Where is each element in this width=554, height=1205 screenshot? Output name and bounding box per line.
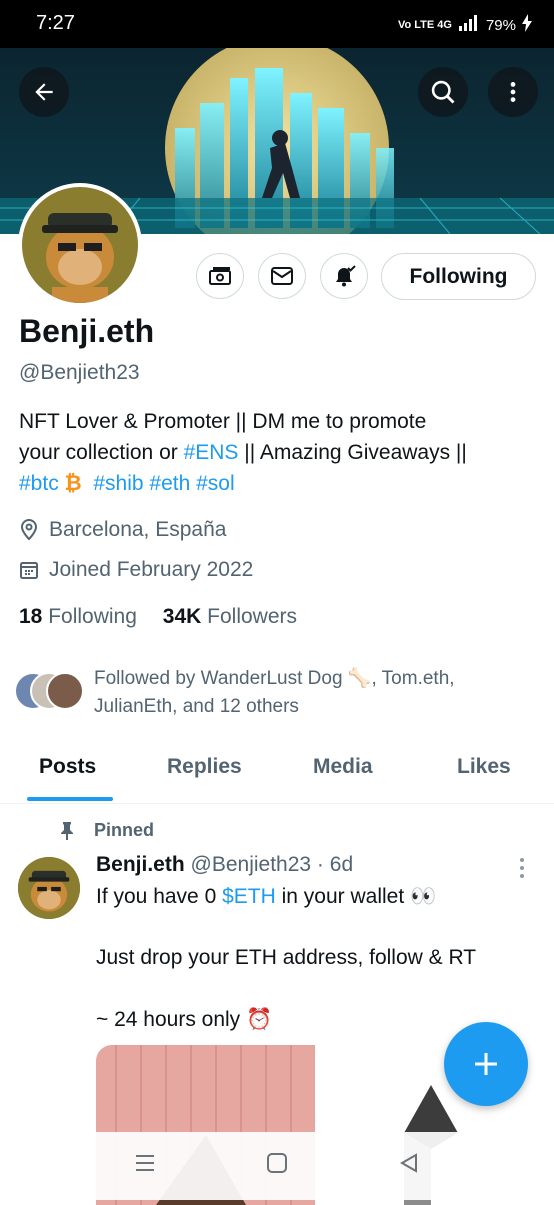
followers-count-label: Followers (207, 605, 297, 628)
profile-handle: @Benjieth23 (19, 361, 140, 384)
notifications-button[interactable] (320, 253, 368, 299)
followers-count-link[interactable]: 34K Followers (163, 605, 297, 628)
post-text-line-3: ~ 24 hours only ⏰ (96, 1008, 273, 1031)
ens-hashtag-link[interactable]: #ENS (184, 441, 239, 464)
post-text: in your wallet 👀 (275, 885, 437, 908)
post-handle-time: @Benjieth23 · 6d (190, 853, 354, 876)
bio-line-3: #btc ₿ #shib #eth #sol (19, 468, 539, 499)
status-time: 7:27 (36, 12, 75, 34)
back-nav-button[interactable] (398, 1152, 420, 1179)
eth-hashtag-link[interactable]: #eth (149, 472, 190, 495)
search-icon (431, 80, 455, 104)
follow-counts: 18 Following 34K Followers (19, 605, 297, 629)
search-button[interactable] (418, 67, 468, 117)
bio-text: || Amazing Giveaways || (238, 441, 467, 464)
money-icon (209, 267, 231, 285)
message-button[interactable] (258, 253, 306, 299)
location-pin-icon (20, 519, 38, 541)
eth-cashtag-link[interactable]: $ETH (222, 885, 276, 908)
bell-check-icon (336, 265, 356, 287)
status-bar: 7:27 Vo LTE 4G 79% (0, 0, 554, 48)
pin-icon (61, 821, 73, 840)
more-vertical-icon (520, 858, 524, 878)
post-text-line-2: Just drop your ETH address, follow & RT (96, 946, 477, 969)
followed-by-line-1: Followed by WanderLust Dog 🦴, Tom.eth, (94, 668, 455, 689)
menu-lines-icon (136, 1155, 154, 1171)
network-indicator: Vo LTE 4G (397, 19, 452, 31)
bio-line-2: your collection or #ENS || Amazing Givea… (19, 437, 539, 468)
post-text-line-1: If you have 0 $ETH in your wallet 👀 (96, 885, 436, 909)
tab-posts[interactable]: Posts (39, 755, 96, 779)
post-more-button[interactable] (514, 856, 530, 885)
profile-bio: NFT Lover & Promoter || DM me to promote… (19, 406, 539, 499)
profile-tabs: Posts Replies Media Likes (0, 745, 554, 804)
active-tab-indicator (27, 797, 113, 801)
ape-avatar-image (18, 857, 80, 919)
profile-name: Benji.eth (19, 313, 155, 349)
bio-text: your collection or (19, 441, 184, 464)
location-text: Barcelona, España (49, 518, 227, 541)
tab-media[interactable]: Media (313, 755, 373, 779)
post-text: If you have 0 (96, 885, 223, 908)
more-options-button[interactable] (488, 67, 538, 117)
system-navigation-bar (0, 1132, 554, 1200)
profile-location: Barcelona, España (19, 518, 226, 542)
more-vertical-icon (510, 82, 516, 102)
charging-icon (522, 14, 532, 36)
followed-by-line-2: JulianEth, and 12 others (94, 696, 299, 717)
compose-button[interactable] (444, 1022, 528, 1106)
envelope-icon (271, 267, 293, 285)
triangle-back-icon (399, 1153, 417, 1173)
joined-text: Joined February 2022 (49, 558, 254, 581)
post-author-name[interactable]: Benji.eth (96, 853, 185, 876)
following-count: 18 (19, 605, 43, 628)
pinned-label: Pinned (58, 820, 154, 841)
bitcoin-icon: ₿ (64, 472, 82, 495)
btc-hashtag-link[interactable]: #btc (19, 472, 59, 495)
square-icon (267, 1153, 287, 1173)
following-count-link[interactable]: 18 Following (19, 605, 137, 628)
follower-avatar (46, 672, 84, 710)
sol-hashtag-link[interactable]: #sol (196, 472, 235, 495)
recent-apps-button[interactable] (134, 1152, 156, 1179)
tab-likes[interactable]: Likes (457, 755, 511, 779)
followed-by-text[interactable]: Followed by WanderLust Dog 🦴, Tom.eth, J… (94, 665, 514, 721)
tip-button[interactable] (196, 253, 244, 299)
home-button[interactable] (266, 1152, 288, 1179)
battery-percent: 79% (485, 16, 516, 34)
ape-avatar-image (22, 187, 138, 303)
post-header: Benji.eth @Benjieth23 · 6d (96, 853, 353, 877)
arrow-left-icon (35, 83, 53, 101)
tab-replies[interactable]: Replies (167, 755, 242, 779)
shib-hashtag-link[interactable]: #shib (93, 472, 143, 495)
pinned-text: Pinned (94, 820, 155, 840)
following-button[interactable]: Following (381, 253, 536, 300)
post-author-avatar[interactable] (18, 857, 80, 919)
bio-line-1: NFT Lover & Promoter || DM me to promote (19, 410, 427, 433)
back-button[interactable] (19, 67, 69, 117)
status-icons: Vo LTE 4G 79% (398, 14, 532, 36)
signal-icon (458, 15, 480, 35)
profile-joined: Joined February 2022 (19, 558, 253, 582)
followers-count: 34K (162, 605, 202, 628)
followed-by-avatars (14, 672, 94, 712)
calendar-icon (20, 562, 38, 579)
plus-icon (475, 1053, 497, 1075)
following-count-label: Following (48, 605, 137, 628)
profile-avatar[interactable] (18, 183, 142, 307)
